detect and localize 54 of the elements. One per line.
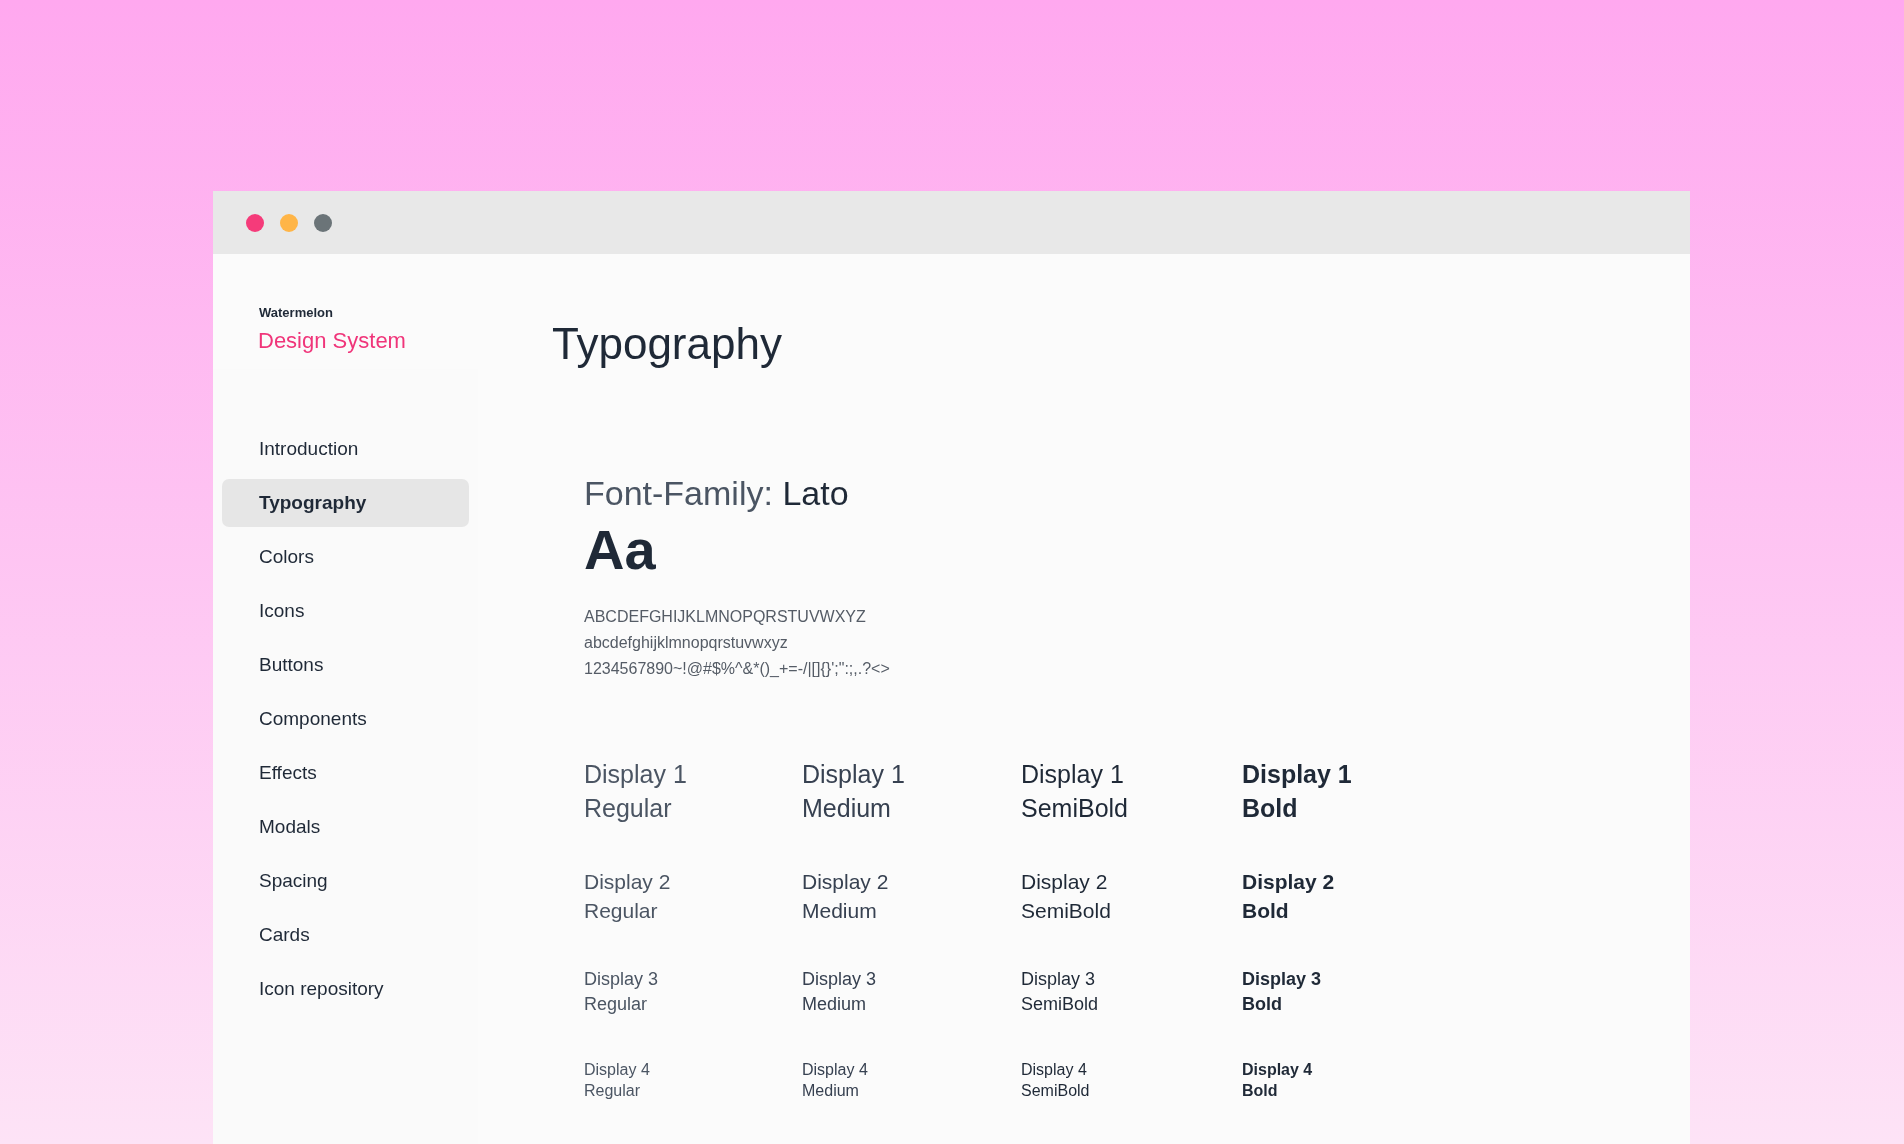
glyph-line: abcdefghijklmnopqrstuvwxyz <box>584 634 789 652</box>
sidebar-item[interactable]: Cards <box>222 911 469 959</box>
weight-name: Bold <box>1242 1081 1279 1101</box>
weight-name: SemiBold <box>1021 993 1100 1016</box>
style-name: Display 1 <box>802 759 906 790</box>
style-name: Display 4 <box>1242 1060 1314 1080</box>
sidebar-item[interactable]: Colors <box>222 533 469 581</box>
sidebar-item[interactable]: Effects <box>222 749 469 797</box>
style-name: Display 2 <box>1021 869 1109 895</box>
sidebar-item[interactable]: Components <box>222 695 469 743</box>
style-name: Display 2 <box>802 869 890 895</box>
sidebar-item[interactable]: Modals <box>222 803 469 851</box>
weight-name: Regular <box>584 898 659 924</box>
weight-name: Regular <box>584 993 649 1016</box>
weight-name: Regular <box>584 793 673 824</box>
style-name: Display 4 <box>1021 1060 1088 1080</box>
weight-name: SemiBold <box>1021 898 1112 924</box>
type-sample: Aa <box>584 517 657 582</box>
weight-name: Medium <box>802 993 868 1016</box>
weight-name: Regular <box>584 1081 642 1101</box>
sidebar-item[interactable]: Introduction <box>222 425 469 473</box>
weight-name: Medium <box>802 898 878 924</box>
weight-name: Bold <box>1242 993 1283 1016</box>
font-family-value: Lato <box>782 474 849 512</box>
style-name: Display 2 <box>1242 869 1336 895</box>
weight-name: Bold <box>1242 793 1299 824</box>
product-name: Design System <box>258 328 407 354</box>
page-title: Typography <box>552 319 783 369</box>
style-name: Display 3 <box>1021 968 1097 991</box>
style-name: Display 3 <box>802 968 878 991</box>
weight-name: Medium <box>802 793 892 824</box>
style-name: Display 4 <box>802 1060 869 1080</box>
weight-name: SemiBold <box>1021 1081 1091 1101</box>
window-control-icon[interactable] <box>314 213 332 232</box>
sidebar-item[interactable]: Buttons <box>222 641 469 689</box>
sidebar-item[interactable]: Spacing <box>222 857 469 905</box>
brand-name: Watermelon <box>259 305 334 320</box>
weight-name: Bold <box>1242 898 1290 924</box>
window-control-icon[interactable] <box>246 213 264 232</box>
font-family-label: Font-Family: <box>584 474 773 512</box>
sidebar-item[interactable]: Icon repository <box>222 965 469 1013</box>
style-name: Display 1 <box>584 759 688 790</box>
style-name: Display 1 <box>1021 759 1125 790</box>
sidebar-item[interactable]: Icons <box>222 587 469 635</box>
sidebar-item[interactable]: Typography <box>222 479 469 527</box>
style-name: Display 1 <box>1242 759 1353 790</box>
glyph-line: ABCDEFGHIJKLMNOPQRSTUVWXYZ <box>584 608 867 626</box>
style-name: Display 2 <box>584 869 672 895</box>
weight-name: SemiBold <box>1021 793 1129 824</box>
style-name: Display 4 <box>584 1060 651 1080</box>
style-name: Display 3 <box>1242 968 1323 991</box>
weight-name: Medium <box>802 1081 860 1101</box>
glyph-line: 1234567890~!@#$%^&*()_+=-/|[]{}';":;,.?<> <box>584 660 891 678</box>
style-name: Display 3 <box>584 968 660 991</box>
